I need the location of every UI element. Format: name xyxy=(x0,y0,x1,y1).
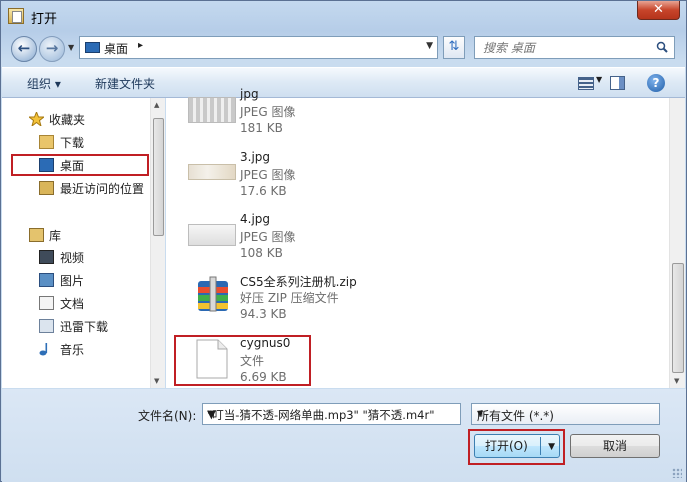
filetype-dropdown-icon[interactable]: ▼ xyxy=(477,409,655,418)
desktop-icon xyxy=(85,42,100,53)
close-button[interactable]: ✕ xyxy=(637,1,680,20)
document-library-icon xyxy=(39,296,54,310)
new-folder-button[interactable]: 新建文件夹 xyxy=(95,75,155,92)
address-dropdown-icon[interactable]: ▼ xyxy=(426,41,433,51)
command-toolbar: 组织 ▾ 新建文件夹 ▼ ? xyxy=(2,67,685,98)
breadcrumb-chevron-icon[interactable]: ▸ xyxy=(138,40,143,51)
nav-library-label: 库 xyxy=(49,229,62,243)
zip-archive-icon xyxy=(192,273,234,315)
view-options-dropdown-icon[interactable]: ▼ xyxy=(596,75,602,84)
resize-grip[interactable] xyxy=(672,468,682,478)
address-location[interactable]: 桌面 xyxy=(104,40,128,57)
sidebar-item-label: 音乐 xyxy=(60,343,85,357)
file-type: JPEG 图像 xyxy=(240,230,296,244)
file-type: 好压 ZIP 压缩文件 xyxy=(240,291,339,305)
file-size: 94.3 KB xyxy=(240,307,287,321)
file-type: JPEG 图像 xyxy=(240,168,296,182)
highlight-box-desktop xyxy=(11,154,149,176)
picture-library-icon xyxy=(39,273,54,287)
sidebar-item-thunder[interactable]: 迅雷下载 xyxy=(2,316,149,336)
file-type: JPEG 图像 xyxy=(240,105,296,119)
file-list: jpg JPEG 图像 181 KB 3.jpg JPEG 图像 17.6 KB… xyxy=(166,87,685,388)
jpeg-thumbnail-icon xyxy=(188,97,236,123)
sidebar-item-label: 视频 xyxy=(60,251,85,265)
library-icon xyxy=(29,228,44,242)
file-name: jpg xyxy=(240,87,259,101)
sidebar-item-label: 图片 xyxy=(60,274,85,288)
highlight-box-open xyxy=(468,429,565,465)
navigation-pane: 收藏夹 下载 桌面 最近访问的位置 库 视频 图片 文档 迅雷下载 音乐 ▲ ▼ xyxy=(2,98,165,388)
search-input[interactable] xyxy=(483,37,653,58)
recent-places-icon xyxy=(39,181,54,195)
search-box[interactable] xyxy=(474,36,675,59)
file-size: 181 KB xyxy=(240,121,283,135)
file-row[interactable]: 3.jpg JPEG 图像 17.6 KB xyxy=(184,150,624,210)
thunder-download-icon xyxy=(39,319,54,333)
download-folder-icon xyxy=(39,135,54,149)
sidebar-item-music[interactable]: 音乐 xyxy=(2,339,149,359)
file-size: 108 KB xyxy=(240,246,283,260)
sidebar-item-recent[interactable]: 最近访问的位置 xyxy=(2,178,149,198)
nav-library[interactable]: 库 xyxy=(2,225,149,245)
music-library-icon xyxy=(39,342,51,356)
change-view-icon[interactable] xyxy=(578,77,594,90)
organize-button[interactable]: 组织 ▾ xyxy=(27,75,61,92)
scroll-down-icon[interactable]: ▼ xyxy=(674,377,679,385)
nav-favorites[interactable]: 收藏夹 xyxy=(2,109,149,129)
jpeg-thumbnail-icon xyxy=(188,164,236,180)
forward-button[interactable]: → xyxy=(39,36,65,62)
file-name: CS5全系列注册机.zip xyxy=(240,275,357,289)
window-title: 打开 xyxy=(31,12,58,27)
filename-label: 文件名(N): xyxy=(138,409,197,423)
nav-scroll-thumb[interactable] xyxy=(153,118,164,236)
sidebar-item-video[interactable]: 视频 xyxy=(2,247,149,267)
highlight-box-cygnus0 xyxy=(174,335,311,386)
filename-field[interactable]: "叮当-猜不透-网络单曲.mp3" "猜不透.m4r" ▼ xyxy=(202,403,461,425)
cancel-button[interactable]: 取消 xyxy=(570,434,660,458)
sidebar-item-label: 文档 xyxy=(60,297,85,311)
dialog-icon xyxy=(8,8,24,24)
nav-scrollbar[interactable]: ▲ ▼ xyxy=(150,98,165,388)
filetype-select[interactable]: 所有文件 (*.*) ▼ xyxy=(471,403,660,425)
file-row[interactable]: CS5全系列注册机.zip 好压 ZIP 压缩文件 94.3 KB xyxy=(184,273,624,333)
preview-pane-icon[interactable] xyxy=(610,76,625,90)
refresh-button[interactable]: ⇅ xyxy=(443,36,465,59)
nav-favorites-label: 收藏夹 xyxy=(49,113,86,127)
filename-dropdown-icon[interactable]: ▼ xyxy=(207,407,457,421)
sidebar-item-label: 迅雷下载 xyxy=(60,320,109,334)
back-button[interactable]: ← xyxy=(11,36,37,62)
file-list-scroll-thumb[interactable] xyxy=(672,263,684,373)
jpeg-thumbnail-icon xyxy=(188,224,236,246)
recent-pages-dropdown[interactable]: ▼ xyxy=(68,43,74,52)
open-file-dialog: 打开 ✕ ← → ▼ 桌面 ▸ ▼ ⇅ 组织 ▾ 新建文件夹 ▼ ? 收藏夹 下… xyxy=(0,0,687,482)
address-bar[interactable]: 桌面 ▸ ▼ xyxy=(79,36,438,59)
dialog-bottom-bar: 文件名(N): "叮当-猜不透-网络单曲.mp3" "猜不透.m4r" ▼ 所有… xyxy=(2,389,686,482)
file-name: 3.jpg xyxy=(240,150,271,164)
video-library-icon xyxy=(39,250,54,264)
file-row[interactable]: jpg JPEG 图像 181 KB xyxy=(184,87,624,155)
file-list-scrollbar[interactable]: ▼ xyxy=(669,98,685,388)
file-size: 17.6 KB xyxy=(240,184,287,198)
scroll-down-icon[interactable]: ▼ xyxy=(154,377,159,385)
title-bar: 打开 ✕ xyxy=(1,1,686,31)
sidebar-item-documents[interactable]: 文档 xyxy=(2,293,149,313)
sidebar-item-pictures[interactable]: 图片 xyxy=(2,270,149,290)
search-icon[interactable] xyxy=(656,41,668,53)
file-name: 4.jpg xyxy=(240,212,271,226)
sidebar-item-download[interactable]: 下载 xyxy=(2,132,149,152)
sidebar-item-label: 最近访问的位置 xyxy=(60,182,145,196)
scroll-up-icon[interactable]: ▲ xyxy=(154,101,159,109)
sidebar-item-label: 下载 xyxy=(60,136,85,150)
file-row[interactable]: 4.jpg JPEG 图像 108 KB xyxy=(184,212,624,272)
help-icon[interactable]: ? xyxy=(647,74,665,92)
star-icon xyxy=(29,112,44,126)
